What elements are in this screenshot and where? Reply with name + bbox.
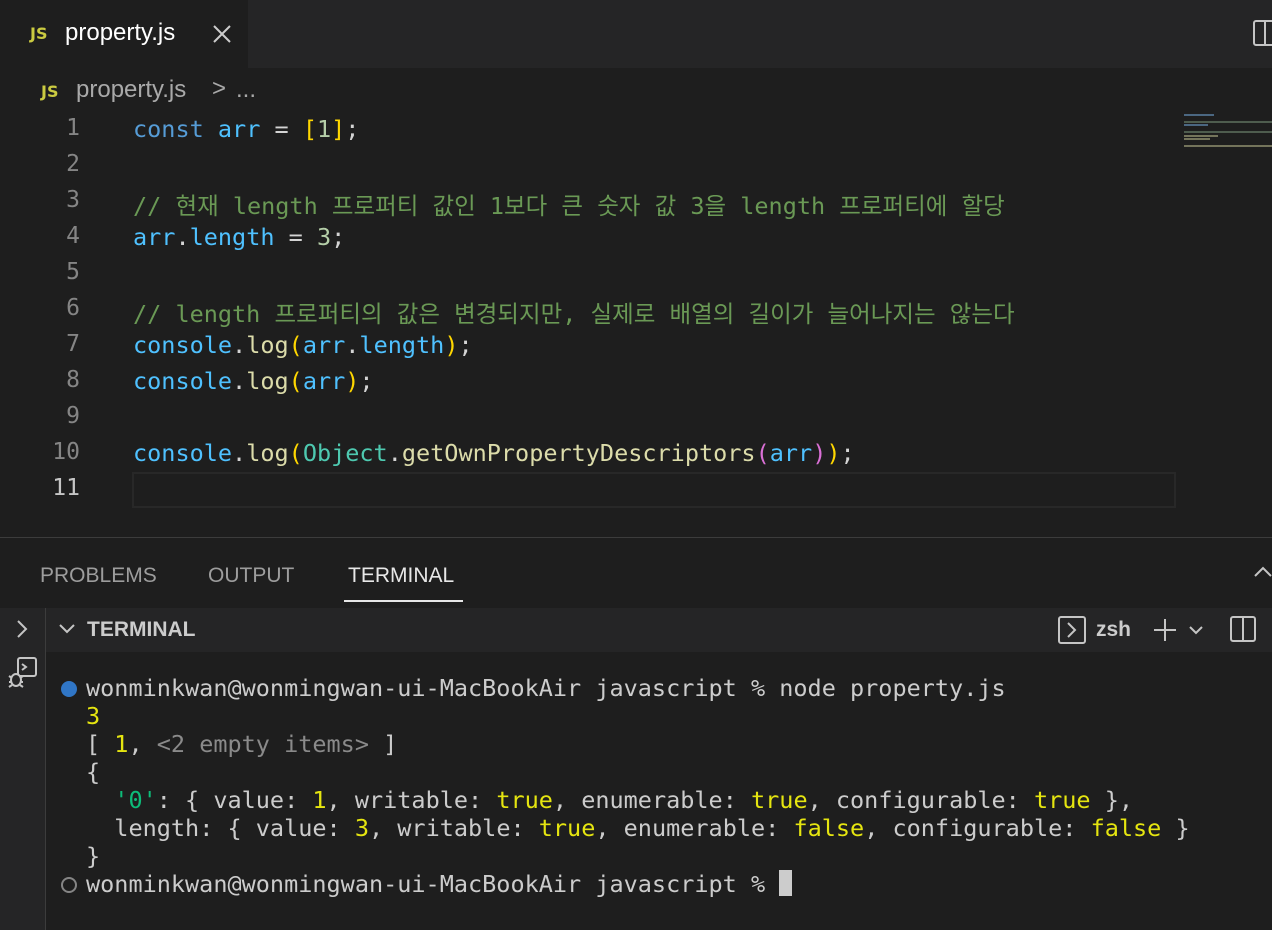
code-editor[interactable]: 1 const arr = [1]; 2 3 // 현재 length 프로퍼티… <box>0 112 1272 537</box>
code-line[interactable]: 9 <box>0 400 1180 436</box>
terminal-line: { <box>86 758 101 786</box>
terminal-side-strip <box>0 608 46 930</box>
line-number: 4 <box>66 223 80 249</box>
minimap-line <box>1184 135 1218 137</box>
terminal-line: 3 <box>86 702 101 730</box>
code-line[interactable]: 10 console.log(Object.getOwnPropertyDesc… <box>0 436 1180 472</box>
js-file-icon: JS <box>30 24 48 43</box>
line-number: 11 <box>52 475 80 501</box>
minimap-line <box>1184 138 1210 140</box>
code-line[interactable]: 8 console.log(arr); <box>0 364 1180 400</box>
code-line[interactable]: 1 const arr = [1]; <box>0 112 1180 148</box>
js-file-icon: JS <box>41 82 59 101</box>
shell-name[interactable]: zsh <box>1096 618 1131 642</box>
terminal-line: length: { value: 3, writable: true, enum… <box>114 814 1190 842</box>
panel-tabs: PROBLEMS OUTPUT TERMINAL <box>0 538 1272 608</box>
debug-console-icon[interactable] <box>6 656 38 690</box>
code-comment: // length 프로퍼티의 값은 변경되지만, 실제로 배열의 길이가 늘어… <box>133 300 1015 328</box>
line-number: 3 <box>66 187 80 213</box>
terminal-shell-icon[interactable] <box>1058 616 1086 644</box>
tab-bar: JS property.js <box>0 0 1272 68</box>
code-line[interactable]: 2 <box>0 148 1180 184</box>
code-text: console.log(Object.getOwnPropertyDescrip… <box>133 439 855 467</box>
terminal-line: wonminkwan@wonmingwan-ui-MacBookAir java… <box>86 674 1006 702</box>
line-number: 6 <box>66 295 80 321</box>
line-number: 5 <box>66 259 80 285</box>
code-comment: // 현재 length 프로퍼티 값인 1보다 큰 숫자 값 3을 lengt… <box>133 192 1005 220</box>
terminal-output[interactable]: wonminkwan@wonmingwan-ui-MacBookAir java… <box>46 652 1272 930</box>
code-text: arr.length = 3; <box>133 223 346 251</box>
line-number: 9 <box>66 403 80 429</box>
minimap-line <box>1184 114 1214 116</box>
code-line[interactable]: 11 <box>0 472 1180 508</box>
breadcrumb-more[interactable]: ... <box>236 76 256 104</box>
line-number: 1 <box>66 115 80 141</box>
code-line[interactable]: 4 arr.length = 3; <box>0 220 1180 256</box>
chevron-right-icon[interactable] <box>14 618 30 640</box>
breadcrumb: JS property.js > ... <box>0 68 1272 112</box>
minimap-line <box>1184 131 1272 133</box>
command-status-dot[interactable] <box>61 877 77 893</box>
chevron-right-icon <box>1067 622 1077 638</box>
chevron-up-icon[interactable] <box>1253 564 1272 580</box>
line-number: 10 <box>52 439 80 465</box>
terminal-line: [ 1, <2 empty items> ] <box>86 730 398 758</box>
tab-output[interactable]: OUTPUT <box>208 564 294 588</box>
terminal-line: '0': { value: 1, writable: true, enumera… <box>114 786 1134 814</box>
terminal-cursor <box>779 870 793 896</box>
minimap[interactable] <box>1184 112 1272 172</box>
split-terminal-icon[interactable] <box>1230 616 1256 642</box>
new-terminal-icon[interactable] <box>1152 618 1178 642</box>
code-text: console.log(arr); <box>133 367 374 395</box>
line-number: 8 <box>66 367 80 393</box>
line-number: 7 <box>66 331 80 357</box>
terminal-line: } <box>86 842 101 870</box>
code-line[interactable]: 5 <box>0 256 1180 292</box>
breadcrumb-separator: > <box>212 75 227 102</box>
code-text: const arr = [1]; <box>133 115 360 143</box>
tab-label: property.js <box>65 19 176 46</box>
active-tab-indicator <box>344 600 463 602</box>
chevron-down-icon[interactable] <box>58 622 76 636</box>
close-icon[interactable] <box>210 19 234 49</box>
line-number: 2 <box>66 151 80 177</box>
tab-property-js[interactable]: JS property.js <box>0 0 248 68</box>
terminal-header: TERMINAL zsh <box>46 608 1272 652</box>
minimap-line <box>1184 121 1272 123</box>
terminal-title: TERMINAL <box>87 618 196 641</box>
breadcrumb-file[interactable]: property.js <box>76 76 186 104</box>
chevron-down-icon[interactable] <box>1188 624 1204 636</box>
code-line[interactable]: 7 console.log(arr.length); <box>0 328 1180 364</box>
split-editor-icon[interactable] <box>1253 20 1272 46</box>
code-text: console.log(arr.length); <box>133 331 473 359</box>
tab-terminal[interactable]: TERMINAL <box>348 564 454 588</box>
minimap-line <box>1184 124 1208 126</box>
command-status-dot[interactable] <box>61 681 77 697</box>
code-line[interactable]: 3 // 현재 length 프로퍼티 값인 1보다 큰 숫자 값 3을 len… <box>0 184 1180 220</box>
code-line[interactable]: 6 // length 프로퍼티의 값은 변경되지만, 실제로 배열의 길이가 … <box>0 292 1180 328</box>
terminal-prompt[interactable]: wonminkwan@wonmingwan-ui-MacBookAir java… <box>86 870 793 898</box>
minimap-line <box>1184 145 1272 147</box>
tab-problems[interactable]: PROBLEMS <box>40 564 157 588</box>
